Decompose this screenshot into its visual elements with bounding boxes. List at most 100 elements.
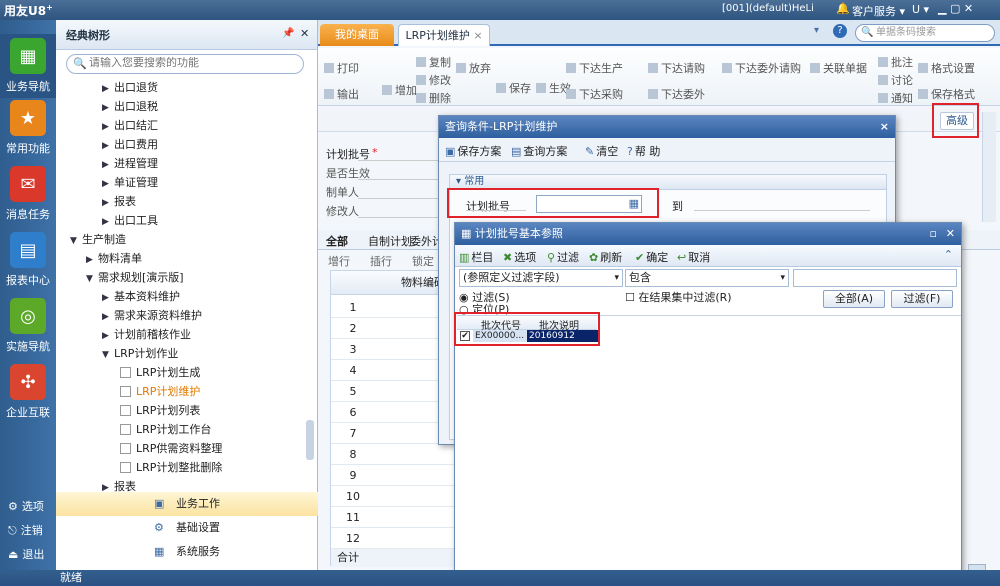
toolbar-button[interactable]: 输出 [324,86,359,102]
in-result-checkbox[interactable]: ☐ 在结果集中过滤(R) [625,289,732,305]
toolbar-button[interactable]: 保存格式 [918,86,975,102]
toolbar-button[interactable]: 批注 [878,54,913,70]
tab-dropdown-icon[interactable]: ▾ [814,25,819,36]
tree-item[interactable]: ▶ 出口结汇 [102,116,158,135]
tree-item[interactable]: LRP计划维护 [120,382,200,401]
grid-row[interactable]: 8 [331,444,471,465]
filter-button[interactable]: 过滤(F) [891,290,953,308]
maximize-icon[interactable]: ▫ [930,223,937,245]
grid-row[interactable]: 12 [331,528,471,549]
tree-item[interactable]: LRP供需资料整理 [120,439,222,458]
nav-bottom-1[interactable]: ⎋ 注销 [0,522,56,538]
toolbar-button[interactable]: 格式设置 [918,60,975,76]
nav-item-1[interactable]: ★ 常用功能 [0,100,56,156]
nav-bottom-0[interactable]: ⚙ 选项 [0,498,56,514]
tab-my-desktop[interactable]: 我的桌面 [320,24,394,46]
tree-item[interactable]: ▶ 物料清单 [86,249,142,268]
toolbar-button[interactable]: 复制 [416,54,451,70]
tree-item[interactable]: ▶ 出口工具 [102,211,158,230]
tree-item[interactable]: ▶ 报表 [102,192,136,211]
tree-bottom-2[interactable]: ▦ 系统服务 [56,540,318,564]
query-tool[interactable]: ▤ 查询方案 [511,143,567,159]
close-icon[interactable]: × [880,116,889,138]
nav-item-3[interactable]: ▤ 报表中心 [0,232,56,288]
ref-tool[interactable]: ✿ 刷新 [589,249,622,265]
bell-icon[interactable]: 🔔 [836,2,850,15]
query-tool[interactable]: ▣ 保存方案 [445,143,501,159]
tree-item[interactable]: LRP计划工作台 [120,420,211,439]
tree-item[interactable]: ▶ 出口退货 [102,78,158,97]
ref-tool[interactable]: ⚲ 过滤 [547,249,579,265]
all-button[interactable]: 全部(A) [823,290,885,308]
tree-scrollbar[interactable] [306,420,314,460]
tree-item[interactable]: ▶ 出口费用 [102,135,158,154]
collapse-icon[interactable]: ⌃ [944,248,953,261]
tree-bottom-0[interactable]: ▣ 业务工作 [56,492,318,516]
toolbar-button[interactable]: 保存 [496,80,531,96]
nav-bottom-2[interactable]: ⏏ 退出 [0,546,56,562]
toolbar-button[interactable]: 关联单据 [810,60,867,76]
toolbar-button[interactable]: 通知 [878,90,913,106]
grid-row[interactable]: 9 [331,465,471,486]
toolbar-button[interactable]: 讨论 [878,72,913,88]
toolbar-button[interactable]: 打印 [324,60,359,76]
tree-search-input[interactable] [89,57,289,69]
tree-item[interactable]: LRP计划生成 [120,363,200,382]
ref-tool[interactable]: ✔ 确定 [635,249,668,265]
tree-item[interactable]: ▼ 需求规划[演示版] [86,268,184,287]
u-menu[interactable]: U ▾ [912,3,929,16]
ref-tool[interactable]: ↩ 取消 [677,249,710,265]
tree-item[interactable]: LRP计划整批删除 [120,458,222,477]
query-tool[interactable]: ✎ 清空 [585,143,618,159]
ref-tool[interactable]: ✖ 选项 [503,249,536,265]
tree-item[interactable]: ▶ 计划前稽核作业 [102,325,191,344]
toolbar-button[interactable]: 修改 [416,72,451,88]
form-input[interactable] [358,179,438,180]
toolbar-button[interactable]: 放弃 [456,60,491,76]
toolbar-button[interactable]: 下达委外 [648,86,705,102]
tree-item[interactable]: ▶ 进程管理 [102,154,158,173]
nav-item-2[interactable]: ✉ 消息任务 [0,166,56,222]
ref-tool[interactable]: ▥ 栏目 [459,249,493,265]
toolbar-button[interactable]: 增加 [382,82,417,98]
customer-service-menu[interactable]: 客户服务 ▾ [852,3,905,19]
toolbar-button[interactable]: 下达生产 [566,60,623,76]
filter-field-select[interactable]: (参照定义过滤字段) ▾ [459,269,623,287]
grid-row[interactable]: 10 [331,486,471,507]
pin-icon[interactable]: 📌 [282,28,294,39]
tree-item[interactable]: LRP计划列表 [120,401,200,420]
nav-item-4[interactable]: ◎ 实施导航 [0,298,56,354]
toolbar-button[interactable]: 删除 [416,90,451,106]
toolbar-button[interactable]: 下达采购 [566,86,623,102]
filter-value-input[interactable] [793,269,957,287]
grid-tool[interactable]: 插行 [370,253,392,269]
tree-item[interactable]: ▼ 生产制造 [70,230,126,249]
tree-search[interactable]: 🔍 [66,54,304,74]
close-icon[interactable]: × [473,29,482,42]
query-tool[interactable]: ? 帮 助 [627,143,660,159]
nav-item-0[interactable]: ▦ 业务导航 [0,34,56,98]
work-scrollbar[interactable] [982,112,996,222]
tab-lrp-maintain[interactable]: LRP计划维护 × [398,24,490,46]
barcode-search[interactable]: 🔍 单据条码搜索 [855,24,995,42]
nav-item-5[interactable]: ✣ 企业互联 [0,364,56,420]
close-icon[interactable]: ✕ [946,223,955,245]
grid-tool[interactable]: 增行 [328,253,350,269]
tree-item[interactable]: ▶ 出口退税 [102,97,158,116]
grid-tab[interactable]: 全部 [326,233,348,249]
help-icon[interactable]: ? [833,24,847,38]
toolbar-button[interactable]: 下达请购 [648,60,705,76]
close-icon[interactable]: ✕ [300,27,309,40]
tree-item[interactable]: ▶ 需求来源资料维护 [102,306,202,325]
tree-item[interactable]: ▶ 基本资料维护 [102,287,180,306]
grid-row[interactable]: 11 [331,507,471,528]
toolbar-button[interactable]: 下达委外请购 [722,60,801,76]
form-input[interactable] [358,217,438,218]
filter-op-select[interactable]: 包含 ▾ [625,269,789,287]
window-controls[interactable]: ▁ ▢ ✕ [938,2,973,15]
tree-item[interactable]: ▼ LRP计划作业 [102,344,178,363]
to-input[interactable] [694,210,870,211]
tree-item[interactable]: ▶ 单证管理 [102,173,158,192]
form-input[interactable] [358,160,438,161]
grid-tab[interactable]: 自制计划 [368,233,412,249]
